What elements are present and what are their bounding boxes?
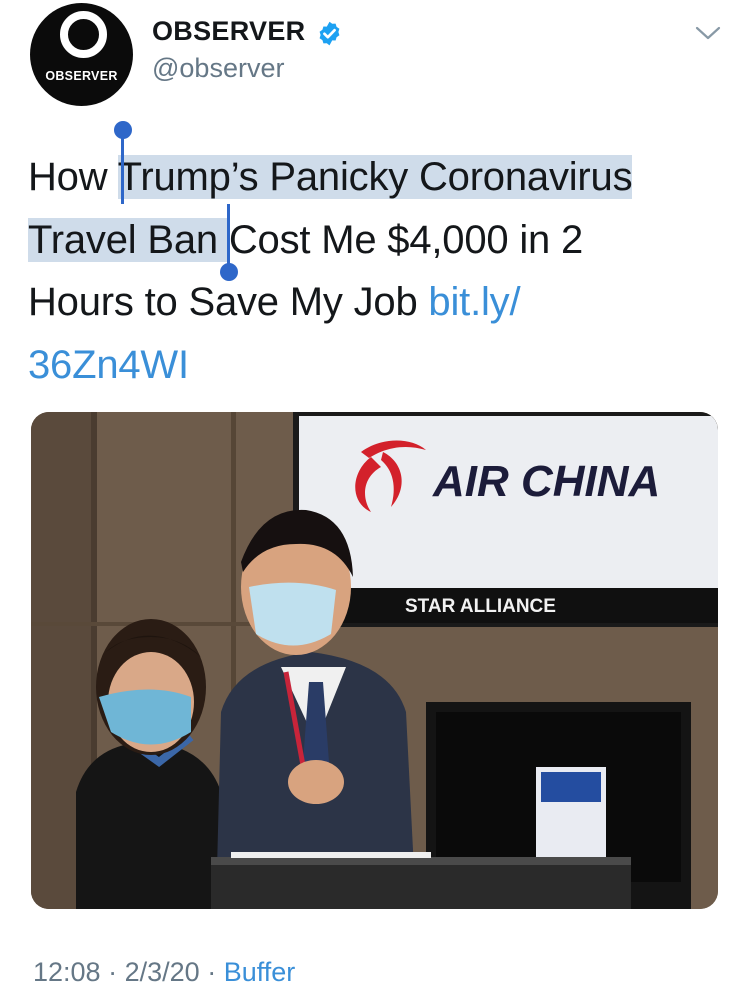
meta-separator: · <box>108 957 118 987</box>
selection-end-handle[interactable] <box>220 263 238 281</box>
tweet-text-line: 36Zn4WI <box>28 334 728 397</box>
tweet-text-line: Travel Ban Cost Me $4,000 in 2 <box>28 209 728 272</box>
display-name[interactable]: OBSERVER <box>152 16 305 47</box>
tweet-text-line: Hours to Save My Job bit.ly/ <box>28 271 728 334</box>
tweet-text-line: How Trump’s Panicky Coronavirus <box>28 146 728 209</box>
airport-counter-photo: AIR CHINA STAR ALLIANCE <box>31 412 718 909</box>
tweet-source[interactable]: Buffer <box>224 957 296 987</box>
tweet-date[interactable]: 2/3/20 <box>125 957 200 987</box>
tweet-text-segment: Hours to Save My Job <box>28 280 429 324</box>
selected-text[interactable]: Travel Ban <box>28 217 229 262</box>
tweet-text: How Trump’s Panicky Coronavirus Travel B… <box>28 146 728 396</box>
meta-separator: · <box>207 957 217 987</box>
tweet-text-segment: Cost Me $4,000 in 2 <box>228 217 584 262</box>
selected-text[interactable]: Trump’s Panicky Coronavirus <box>117 155 633 199</box>
tweet-time[interactable]: 12:08 <box>33 957 101 987</box>
tweet-photo[interactable]: AIR CHINA STAR ALLIANCE <box>31 412 718 909</box>
observer-logo-icon <box>60 11 107 58</box>
sign-alliance-text: STAR ALLIANCE <box>405 596 556 617</box>
chevron-down-icon[interactable] <box>694 24 722 42</box>
selection-end-caret <box>227 204 230 268</box>
sign-brand-text: AIR CHINA <box>432 457 660 506</box>
tweet: OBSERVER OBSERVER @observer How Trump’s … <box>0 0 749 1002</box>
tweet-link[interactable]: 36Zn4WI <box>28 343 189 387</box>
tweet-meta: 12:08 · 2/3/20 · Buffer <box>33 957 295 988</box>
selection-start-caret <box>121 132 124 204</box>
tweet-text-segment: How <box>28 155 118 199</box>
user-handle[interactable]: @observer <box>152 53 284 84</box>
avatar-logo-text: OBSERVER <box>45 69 118 83</box>
avatar[interactable]: OBSERVER <box>30 3 133 106</box>
tweet-link[interactable]: bit.ly/ <box>428 280 520 324</box>
verified-badge-icon <box>319 21 340 46</box>
